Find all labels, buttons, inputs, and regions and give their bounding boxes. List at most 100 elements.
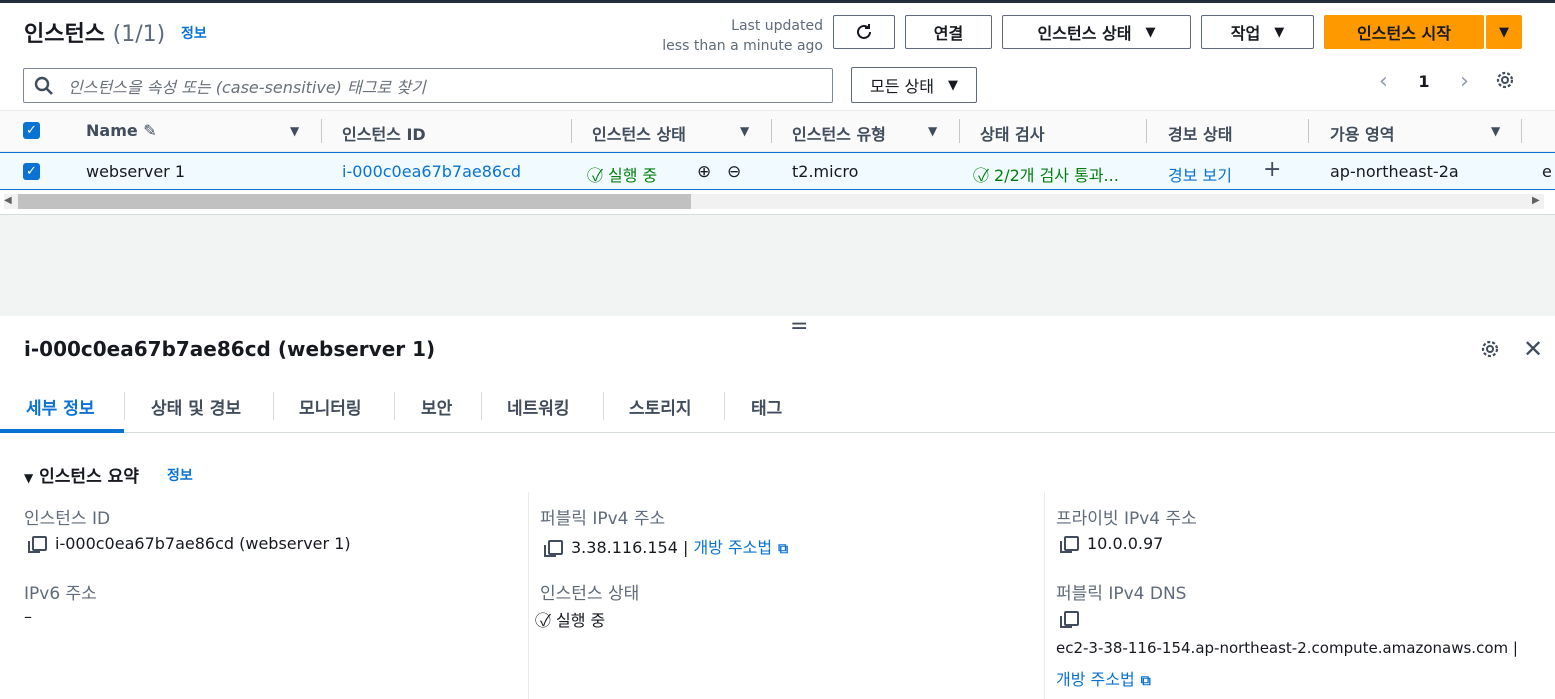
tab-storage[interactable]: 스토리지 (629, 394, 692, 419)
column-divider (1044, 492, 1045, 699)
col-name[interactable]: Name ✎ (86, 121, 157, 140)
tab-details[interactable]: 세부 정보 (26, 394, 94, 419)
edit-icon: ✎ (143, 121, 157, 140)
chevron-right-icon[interactable]: › (1460, 69, 1469, 94)
tab-divider (273, 392, 274, 420)
public-dns-label: 퍼블릭 IPv4 DNS (1056, 584, 1187, 604)
col-instance-id[interactable]: 인스턴스 ID (342, 121, 426, 145)
check-circle-icon: ✓⃝ (540, 611, 551, 630)
filter-label: 모든 상태 (870, 77, 934, 96)
external-link-icon[interactable]: ⧉ (1141, 673, 1151, 689)
empty-area (0, 214, 1555, 316)
col-instance-state[interactable]: 인스턴스 상태 (592, 121, 686, 145)
instance-state-label: 인스턴스 상태 (1037, 24, 1132, 43)
search-icon (34, 76, 53, 95)
tab-networking[interactable]: 네트워킹 (507, 394, 570, 419)
col-status-check[interactable]: 상태 검사 (980, 121, 1044, 145)
open-address-link[interactable]: 개방 주소법 (1056, 670, 1135, 689)
row-type: t2.micro (792, 162, 859, 181)
state-filter-select[interactable]: 모든 상태 ▼ (851, 67, 977, 103)
col-availability-zone[interactable]: 가용 영역 (1330, 121, 1394, 145)
row-status-check: ✓⃝ 2/2개 검사 통과... (978, 162, 1119, 186)
actions-button[interactable]: 작업 ▼ (1201, 15, 1314, 49)
instance-id-value: i-000c0ea67b7ae86cd (webserver 1) (28, 534, 351, 553)
column-divider (771, 119, 772, 143)
launch-instance-button[interactable]: 인스턴스 시작 (1324, 15, 1484, 49)
row-checkbox[interactable]: ✓ (23, 163, 40, 180)
tab-status-alarms[interactable]: 상태 및 경보 (151, 394, 241, 419)
caret-down-icon: ▼ (1274, 24, 1285, 40)
copy-icon[interactable] (544, 540, 563, 557)
external-link-icon[interactable]: ⧉ (778, 541, 788, 557)
tab-tags[interactable]: 태그 (751, 394, 782, 419)
row-state-label: 실행 중 (608, 166, 658, 185)
launch-dropdown-button[interactable]: ▼ (1486, 15, 1522, 49)
horizontal-scrollbar[interactable]: ◀ ▶ (4, 194, 1544, 209)
title-text: 인스턴스 (24, 22, 105, 47)
detail-title: i-000c0ea67b7ae86cd (webserver 1) (24, 337, 436, 361)
tab-monitoring[interactable]: 모니터링 (299, 394, 362, 419)
info-link[interactable]: 정보 (181, 23, 207, 43)
col-name-label: Name (86, 121, 138, 140)
chevron-left-icon[interactable]: ‹ (1379, 69, 1388, 94)
row-truncated-cell: e (1542, 162, 1552, 181)
copy-icon[interactable] (28, 536, 47, 553)
instance-state-button[interactable]: 인스턴스 상태 ▼ (1002, 15, 1191, 49)
detail-tabs: 세부 정보 상태 및 경보 모니터링 보안 네트워킹 스토리지 태그 (0, 380, 1555, 433)
sort-icon[interactable]: ▼ (1491, 124, 1500, 138)
copy-dns-wrapper (1060, 609, 1087, 628)
sort-icon[interactable]: ▼ (740, 124, 749, 138)
caret-down-icon: ▼ (24, 471, 34, 485)
section-header[interactable]: ▼ 인스턴스 요약 (24, 462, 139, 487)
add-alarm-icon[interactable]: + (1263, 157, 1281, 182)
check-circle-icon: ✓⃝ (592, 166, 603, 185)
top-bar (0, 0, 1555, 3)
page-number[interactable]: 1 (1418, 72, 1429, 91)
resize-handle-icon[interactable]: = (790, 314, 808, 339)
last-updated-label: Last updated (731, 18, 823, 34)
sort-icon[interactable]: ▼ (928, 124, 937, 138)
scroll-right-icon[interactable]: ▶ (1532, 195, 1540, 206)
column-divider (959, 119, 960, 143)
tab-divider (481, 392, 482, 420)
public-ipv4-value: 3.38.116.154 | 개방 주소법 ⧉ (544, 534, 788, 558)
column-divider (1146, 119, 1147, 143)
open-address-link[interactable]: 개방 주소법 (693, 538, 772, 557)
zoom-out-icon[interactable]: ⊖ (727, 162, 741, 182)
tab-divider (124, 392, 125, 420)
public-dns-value: ec2-3-38-116-154.ap-northeast-2.compute.… (1056, 639, 1518, 657)
section-info-link[interactable]: 정보 (167, 465, 193, 485)
ipv6-value: – (24, 607, 32, 626)
zoom-in-icon[interactable]: ⊕ (697, 162, 711, 182)
scroll-left-icon[interactable]: ◀ (4, 195, 12, 206)
view-alarms-link[interactable]: 경보 보기 (1168, 162, 1232, 186)
connect-button[interactable]: 연결 (905, 15, 992, 49)
settings-icon[interactable] (1494, 69, 1516, 95)
state-value: ✓⃝ 실행 중 (540, 607, 605, 631)
settings-icon[interactable] (1479, 338, 1501, 364)
row-instance-id-link[interactable]: i-000c0ea67b7ae86cd (342, 162, 521, 181)
row-check-label: 2/2개 검사 통과... (994, 166, 1119, 185)
tab-divider (394, 392, 395, 420)
scrollbar-thumb[interactable] (18, 194, 691, 209)
table-row[interactable]: ✓ webserver 1 i-000c0ea67b7ae86cd ✓⃝ 실행 … (0, 152, 1555, 190)
copy-icon[interactable] (1060, 611, 1079, 628)
col-instance-type[interactable]: 인스턴스 유형 (792, 121, 886, 145)
page-title: 인스턴스 (1/1) (24, 16, 165, 48)
instance-id-text: i-000c0ea67b7ae86cd (webserver 1) (55, 534, 351, 553)
search-placeholder: 인스턴스을 속성 또는 (case-sensitive) 태그로 찾기 (68, 77, 426, 97)
select-all-checkbox[interactable]: ✓ (23, 122, 40, 139)
table-header: ✓ Name ✎ ▼ 인스턴스 ID 인스턴스 상태 ▼ 인스턴스 유형 ▼ 상… (0, 110, 1555, 152)
copy-icon[interactable] (1060, 536, 1079, 553)
private-ipv4-label: 프라이빗 IPv4 주소 (1056, 509, 1197, 529)
row-az: ap-northeast-2a (1330, 162, 1459, 181)
search-input[interactable]: 인스턴스을 속성 또는 (case-sensitive) 태그로 찾기 (23, 68, 833, 103)
close-icon[interactable]: ✕ (1523, 335, 1543, 363)
tab-security[interactable]: 보안 (421, 394, 452, 419)
check-circle-icon: ✓⃝ (978, 166, 989, 185)
col-alarm-status[interactable]: 경보 상태 (1168, 121, 1232, 145)
refresh-button[interactable] (833, 15, 895, 49)
last-updated: Last updated less than a minute ago (650, 16, 823, 56)
sort-icon[interactable]: ▼ (290, 124, 299, 138)
column-divider (528, 492, 529, 699)
